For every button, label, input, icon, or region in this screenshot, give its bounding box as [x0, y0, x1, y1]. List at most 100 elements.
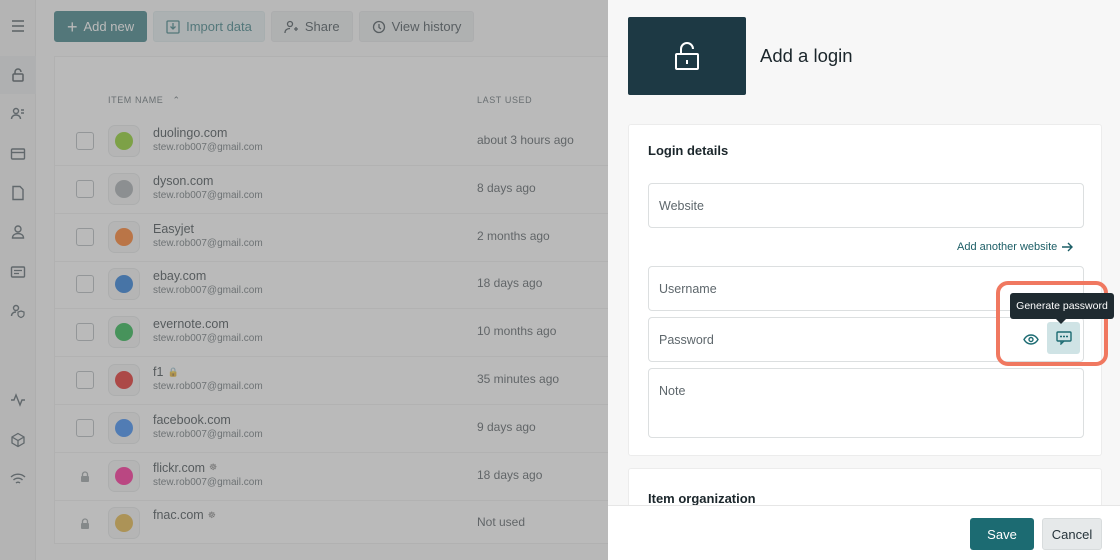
- list-item[interactable]: f1 🔒 stew.rob007@gmail.com 35 minutes ago: [55, 357, 619, 405]
- arrow-right-icon: [1062, 242, 1074, 252]
- add-new-label: Add new: [83, 19, 135, 34]
- list-item[interactable]: ebay.com stew.rob007@gmail.com 18 days ago: [55, 261, 619, 310]
- username-placeholder: Username: [659, 282, 717, 296]
- view-history-label: View history: [391, 19, 462, 34]
- row-checkbox[interactable]: [76, 179, 94, 198]
- note-field[interactable]: Note: [648, 368, 1084, 438]
- sort-asc-icon: ⌃: [172, 95, 181, 105]
- item-name: dyson.com: [153, 173, 214, 188]
- list-item[interactable]: Easyjet stew.rob007@gmail.com 2 months ago: [55, 214, 619, 262]
- ebay-icon: [108, 268, 140, 301]
- item-email: stew.rob007@gmail.com: [153, 428, 263, 440]
- activity-icon[interactable]: [0, 382, 36, 418]
- f1-icon: [108, 364, 140, 396]
- item-last-used: 18 days ago: [477, 467, 543, 482]
- item-name: facebook.com: [153, 412, 231, 427]
- person-shield-icon[interactable]: [0, 293, 36, 329]
- row-checkbox[interactable]: [76, 323, 94, 342]
- note-placeholder: Note: [659, 384, 686, 398]
- item-email: stew.rob007@gmail.com: [153, 237, 263, 249]
- lock-icon[interactable]: [0, 56, 36, 94]
- website-placeholder: Website: [659, 199, 704, 213]
- item-organization-heading: Item organization: [648, 491, 756, 506]
- view-history-button[interactable]: View history: [358, 11, 475, 42]
- list-item[interactable]: evernote.com stew.rob007@gmail.com 10 mont…: [55, 309, 619, 358]
- lock-small-icon: [80, 516, 90, 534]
- wifi-icon[interactable]: [0, 461, 36, 497]
- add-another-website-link[interactable]: Add another website: [957, 241, 1074, 253]
- cancel-button[interactable]: Cancel: [1042, 518, 1102, 550]
- users-icon[interactable]: [0, 96, 36, 132]
- menu-icon[interactable]: [0, 8, 36, 44]
- login-details-heading: Login details: [648, 143, 729, 158]
- history-icon: [372, 20, 385, 33]
- share-label: Share: [304, 19, 340, 34]
- share-icon: [284, 20, 298, 33]
- item-last-used: 9 days ago: [477, 419, 536, 434]
- item-name: ebay.com: [153, 269, 207, 284]
- generate-password-tooltip: Generate password: [1010, 293, 1114, 324]
- item-email: stew.rob007@gmail.com: [153, 285, 263, 297]
- id-card-icon[interactable]: [0, 254, 36, 290]
- fnac-icon: [108, 507, 140, 540]
- toolbar: + Add new Import data Share View history: [54, 11, 475, 42]
- list-item[interactable]: dyson.com stew.rob007@gmail.com 8 days ago: [55, 166, 619, 214]
- globe-icon: [108, 172, 140, 205]
- item-last-used: 8 days ago: [477, 180, 536, 195]
- document-icon[interactable]: [0, 175, 36, 211]
- item-last-used: Not used: [477, 515, 526, 530]
- item-last-used: 2 months ago: [477, 228, 550, 243]
- item-email: stew.rob007@gmail.com: [153, 381, 263, 392]
- duolingo-icon: [108, 125, 140, 157]
- items-list: ITEM NAME ⌃ LAST USED duolingo.com stew.r…: [54, 56, 620, 544]
- item-email: stew.rob007@gmail.com: [153, 476, 263, 488]
- lock-small-icon: [80, 469, 90, 487]
- item-last-used: about 3 hours ago: [477, 133, 574, 147]
- item-name: fnac.com ☸: [153, 508, 216, 523]
- import-icon: [166, 19, 180, 34]
- list-item[interactable]: duolingo.com stew.rob007@gmail.com about 3…: [55, 118, 619, 166]
- cube-icon[interactable]: [0, 422, 36, 458]
- import-data-label: Import data: [186, 19, 252, 34]
- list-item[interactable]: fnac.com ☸ Not used: [55, 500, 619, 543]
- column-label: ITEM NAME: [108, 95, 164, 105]
- sidebar: [0, 0, 36, 560]
- column-header-last-used[interactable]: LAST USED: [477, 95, 532, 105]
- shared-icon: ☸: [207, 509, 216, 520]
- lock-icon: [675, 42, 699, 70]
- list-item[interactable]: flickr.com ☸ stew.rob007@gmail.com 18 days …: [55, 453, 619, 501]
- item-email: stew.rob007@gmail.com: [153, 333, 263, 345]
- column-header-item-name[interactable]: ITEM NAME ⌃: [108, 95, 181, 106]
- list-item[interactable]: facebook.com stew.rob007@gmail.com 9 days …: [55, 405, 619, 453]
- row-checkbox[interactable]: [76, 275, 94, 294]
- panel-footer: Save Cancel: [608, 505, 1120, 560]
- item-name: duolingo.com: [153, 126, 228, 140]
- row-checkbox[interactable]: [76, 227, 94, 246]
- add-new-button[interactable]: + Add new: [54, 11, 148, 42]
- panel-title: Add a login: [760, 45, 853, 66]
- flickr-icon: [108, 459, 140, 492]
- item-email: stew.rob007@gmail.com: [153, 189, 263, 201]
- main-area: + Add new Import data Share View history…: [36, 0, 620, 560]
- shared-icon: ☸: [209, 462, 218, 473]
- add-login-panel: Add a login Login details Website Add an…: [608, 0, 1120, 560]
- item-name: evernote.com: [153, 317, 229, 332]
- row-checkbox[interactable]: [76, 371, 94, 389]
- row-checkbox[interactable]: [76, 418, 94, 437]
- item-type-tile: [628, 17, 746, 95]
- item-last-used: 35 minutes ago: [477, 372, 560, 386]
- item-email: stew.rob007@gmail.com: [153, 142, 263, 153]
- item-name: f1 🔒: [153, 365, 179, 379]
- add-another-website-label: Add another website: [957, 241, 1058, 253]
- item-name: Easyjet: [153, 221, 194, 236]
- share-button[interactable]: Share: [270, 11, 353, 42]
- person-icon[interactable]: [0, 214, 36, 250]
- import-data-button[interactable]: Import data: [153, 11, 265, 42]
- row-checkbox[interactable]: [76, 132, 94, 150]
- facebook-icon: [108, 411, 140, 444]
- card-icon[interactable]: [0, 136, 36, 172]
- save-button[interactable]: Save: [970, 518, 1034, 550]
- item-last-used: 10 months ago: [477, 324, 557, 339]
- easyjet-icon: [108, 220, 140, 253]
- website-field[interactable]: Website: [648, 183, 1084, 228]
